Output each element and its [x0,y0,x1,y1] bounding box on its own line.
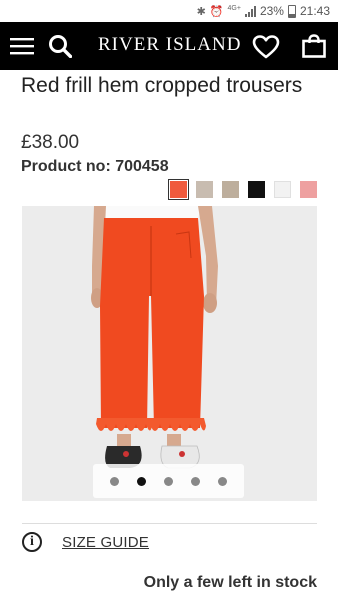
swatch-white[interactable] [274,181,291,198]
clock: 21:43 [299,4,330,18]
network-type: 4G+ [227,4,241,12]
swatch-beige[interactable] [196,181,213,198]
size-guide[interactable]: i SIZE GUIDE [22,532,149,552]
product-image [22,206,317,501]
bluetooth-icon: ✱ [196,5,206,18]
swatch-black[interactable] [248,181,265,198]
swatch-red[interactable] [168,179,189,200]
product-title: Red frill hem cropped trousers [21,74,303,97]
gallery-dot[interactable] [137,476,146,486]
stock-status: Only a few left in stock [143,574,317,591]
gallery-dot[interactable] [164,476,173,486]
gallery-pagination [93,464,244,498]
heart-icon[interactable] [252,35,280,59]
search-icon[interactable] [48,34,72,58]
brand-logo[interactable]: RIVER ISLAND [98,34,241,56]
product-number: Product no: 700458 [21,158,169,175]
battery-icon [287,4,296,18]
swatch-tan[interactable] [222,181,239,198]
gallery-dot[interactable] [218,476,227,486]
alarm-icon: ⏰ [209,5,224,18]
app-header: RIVER ISLAND [0,22,338,70]
size-guide-link[interactable]: SIZE GUIDE [62,534,149,551]
divider [22,523,317,524]
gallery-dot[interactable] [191,476,200,486]
menu-icon[interactable] [10,37,34,55]
battery-percent: 23% [259,4,284,18]
signal-icon [244,5,256,17]
status-bar: ✱ ⏰ 4G+ 23% 21:43 [0,0,338,22]
shopping-bag-icon[interactable] [302,34,326,58]
colour-swatches [168,179,317,200]
product-image-gallery[interactable] [22,206,317,501]
info-icon[interactable]: i [22,532,42,552]
swatch-pink[interactable] [300,181,317,198]
product-price: £38.00 [21,132,80,153]
gallery-dot[interactable] [110,476,119,486]
